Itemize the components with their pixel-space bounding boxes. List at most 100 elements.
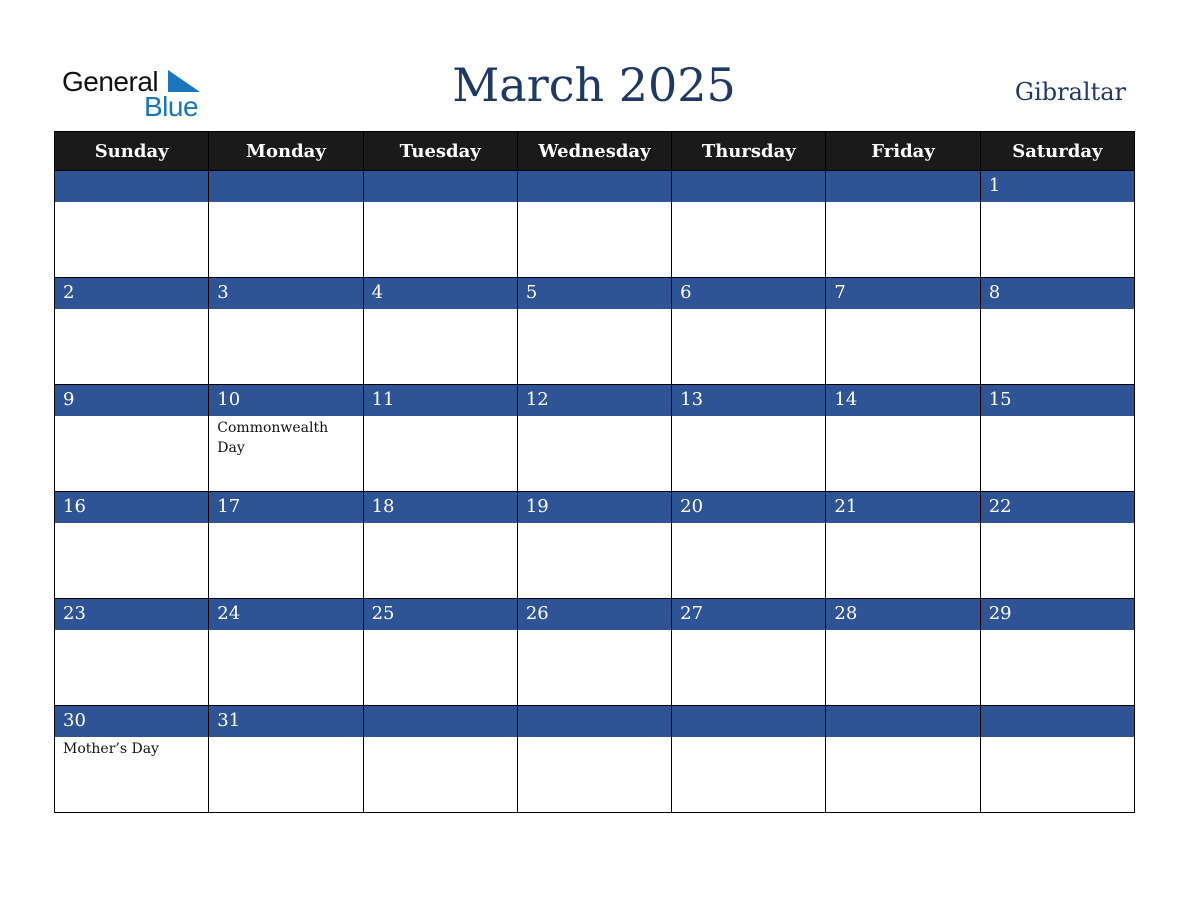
- day-cell[interactable]: [362, 170, 518, 278]
- weekday-header-tuesday: Tuesday: [362, 131, 518, 171]
- day-cell[interactable]: 9: [53, 384, 210, 492]
- date-number: 28: [826, 599, 980, 630]
- date-number: 21: [826, 492, 980, 523]
- day-cell[interactable]: 13: [671, 384, 827, 492]
- day-cell[interactable]: 17: [208, 491, 364, 599]
- date-number: 7: [826, 278, 980, 309]
- date-number: 2: [55, 278, 209, 309]
- day-cell[interactable]: [516, 705, 673, 813]
- calendar-grid: Sunday Monday Tuesday Wednesday Thursday Frid…: [53, 131, 1136, 813]
- day-cell[interactable]: 19: [516, 491, 673, 599]
- day-cell[interactable]: [362, 705, 518, 813]
- week-row: 30 Mother’s Day 31: [53, 705, 1136, 813]
- date-number: [363, 171, 517, 202]
- date-number: 5: [517, 278, 672, 309]
- date-number: [826, 171, 980, 202]
- date-number: [209, 171, 363, 202]
- date-number: [980, 706, 1134, 737]
- day-cell[interactable]: 4: [362, 277, 518, 385]
- day-cell[interactable]: 8: [979, 277, 1136, 385]
- date-number: 27: [672, 599, 826, 630]
- date-number: 10: [209, 385, 363, 416]
- date-number: 30: [55, 706, 209, 737]
- day-cell[interactable]: 26: [516, 598, 673, 706]
- day-cell[interactable]: 5: [516, 277, 673, 385]
- day-cell[interactable]: 18: [362, 491, 518, 599]
- day-cell[interactable]: [516, 170, 673, 278]
- day-cell[interactable]: 1: [979, 170, 1136, 278]
- day-cell[interactable]: [825, 170, 981, 278]
- day-cell[interactable]: [671, 170, 827, 278]
- day-cell[interactable]: 16: [53, 491, 210, 599]
- weekday-header-thursday: Thursday: [671, 131, 827, 171]
- day-cell[interactable]: 30 Mother’s Day: [53, 705, 210, 813]
- day-cell[interactable]: 31: [208, 705, 364, 813]
- date-number: 25: [363, 599, 517, 630]
- date-number: 13: [672, 385, 826, 416]
- day-cell[interactable]: 11: [362, 384, 518, 492]
- date-number: 26: [517, 599, 672, 630]
- date-number: 3: [209, 278, 363, 309]
- day-cell[interactable]: 20: [671, 491, 827, 599]
- day-cell[interactable]: 15: [979, 384, 1136, 492]
- date-number: 8: [980, 278, 1134, 309]
- day-cell[interactable]: 7: [825, 277, 981, 385]
- date-number: [363, 706, 517, 737]
- weekday-header-sunday: Sunday: [53, 131, 210, 171]
- date-number: 17: [209, 492, 363, 523]
- date-number: 24: [209, 599, 363, 630]
- country-label: Gibraltar: [1014, 78, 1126, 106]
- day-cell[interactable]: [53, 170, 210, 278]
- day-cell[interactable]: 29: [979, 598, 1136, 706]
- day-cell[interactable]: [671, 705, 827, 813]
- date-number: 23: [55, 599, 209, 630]
- day-cell[interactable]: 24: [208, 598, 364, 706]
- date-number: [517, 171, 672, 202]
- holiday-label: Commonwealth Day: [217, 420, 329, 456]
- week-row: 23 24 25 26 27 28 29: [53, 598, 1136, 706]
- day-cell[interactable]: 23: [53, 598, 210, 706]
- date-number: 12: [517, 385, 672, 416]
- day-cell[interactable]: 12: [516, 384, 673, 492]
- day-cell[interactable]: [208, 170, 364, 278]
- day-cell[interactable]: 28: [825, 598, 981, 706]
- day-cell[interactable]: 27: [671, 598, 827, 706]
- day-cell[interactable]: 22: [979, 491, 1136, 599]
- weekday-header-wednesday: Wednesday: [516, 131, 673, 171]
- date-number: 16: [55, 492, 209, 523]
- page-title: March 2025: [452, 58, 736, 112]
- date-number: 20: [672, 492, 826, 523]
- day-cell[interactable]: 6: [671, 277, 827, 385]
- date-number: 4: [363, 278, 517, 309]
- date-number: 9: [55, 385, 209, 416]
- weekday-header-saturday: Saturday: [979, 131, 1136, 171]
- date-number: 29: [980, 599, 1134, 630]
- day-cell[interactable]: 25: [362, 598, 518, 706]
- date-number: 31: [209, 706, 363, 737]
- date-number: [672, 171, 826, 202]
- week-row: 16 17 18 19 20 21 22: [53, 491, 1136, 599]
- day-cell[interactable]: 21: [825, 491, 981, 599]
- day-cell[interactable]: [825, 705, 981, 813]
- day-cell[interactable]: 14: [825, 384, 981, 492]
- holiday-label: Mother’s Day: [63, 741, 159, 757]
- date-number: [55, 171, 209, 202]
- date-number: [517, 706, 672, 737]
- date-number: 1: [980, 171, 1134, 202]
- date-number: [672, 706, 826, 737]
- date-number: 15: [980, 385, 1134, 416]
- date-number: 19: [517, 492, 672, 523]
- week-row: 1: [53, 170, 1136, 278]
- date-number: [826, 706, 980, 737]
- day-cell[interactable]: 10 Commonwealth Day: [208, 384, 364, 492]
- date-number: 22: [980, 492, 1134, 523]
- day-cell[interactable]: 3: [208, 277, 364, 385]
- week-row: 2345678: [53, 277, 1136, 385]
- weekday-header-friday: Friday: [825, 131, 981, 171]
- weekday-header-row: Sunday Monday Tuesday Wednesday Thursday Frid…: [53, 131, 1136, 171]
- week-row: 9 10 Commonwealth Day 11 12 13 14 15: [53, 384, 1136, 492]
- weekday-header-monday: Monday: [208, 131, 364, 171]
- day-cell[interactable]: 2: [53, 277, 210, 385]
- day-cell[interactable]: [979, 705, 1136, 813]
- date-number: 11: [363, 385, 517, 416]
